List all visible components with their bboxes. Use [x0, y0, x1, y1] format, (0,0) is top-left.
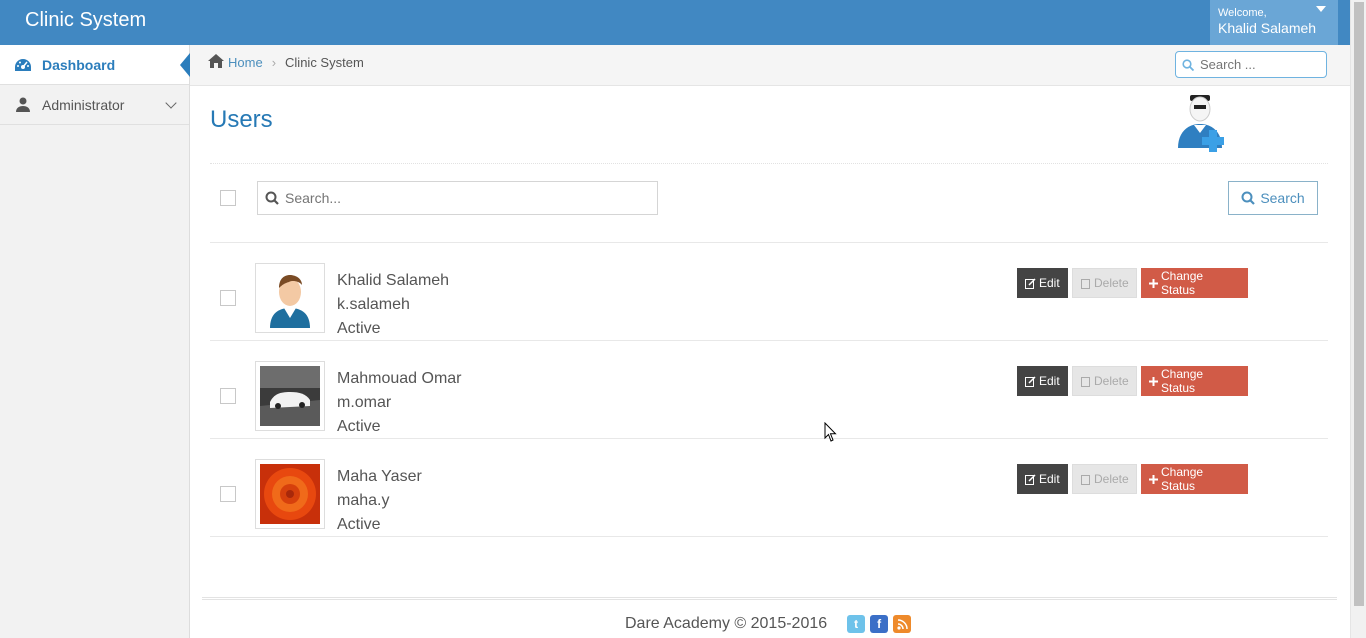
scrollbar-thumb[interactable]: [1354, 2, 1364, 606]
avatar[interactable]: [255, 263, 325, 333]
user-username: k.salameh: [337, 296, 410, 313]
nav-search-box[interactable]: [1175, 51, 1327, 78]
app-brand[interactable]: Clinic System: [25, 9, 146, 32]
breadcrumb-separator-icon: ›: [271, 55, 277, 70]
edit-icon: [1025, 375, 1036, 387]
nav-search-input[interactable]: [1200, 57, 1320, 72]
user-full-name[interactable]: Maha Yaser: [337, 465, 422, 489]
sidebar-item-administrator[interactable]: Administrator: [0, 85, 189, 125]
search-button[interactable]: Search: [1228, 181, 1318, 215]
dashboard-icon: [14, 57, 32, 73]
change-status-label: Change Status: [1161, 367, 1204, 395]
select-all-checkbox[interactable]: [220, 190, 236, 206]
twitter-icon[interactable]: t: [847, 615, 866, 633]
user-info: Maha Yaser maha.y Active: [337, 465, 422, 537]
home-icon[interactable]: [208, 54, 224, 71]
edit-button[interactable]: Edit: [1017, 268, 1068, 298]
sidebar-item-label: Administrator: [42, 96, 125, 113]
mouse-cursor-icon: [824, 421, 837, 448]
row-checkbox[interactable]: [220, 486, 236, 502]
chevron-down-icon: [165, 97, 177, 109]
delete-icon: [1081, 376, 1091, 387]
user-info: Khalid Salameh k.salameh Active: [337, 269, 449, 341]
delete-label: Delete: [1094, 374, 1129, 388]
delete-icon: [1081, 474, 1091, 485]
user-name: Khalid Salameh: [1218, 20, 1317, 36]
footer-divider: [202, 597, 1337, 600]
add-user-icon[interactable]: [1172, 92, 1234, 154]
user-row: Mahmouad Omar m.omar Active Edit Delete …: [210, 341, 1328, 439]
edit-label: Edit: [1039, 374, 1060, 388]
change-status-button[interactable]: Change Status: [1141, 268, 1248, 298]
edit-label: Edit: [1039, 472, 1060, 486]
user-search-input[interactable]: [285, 190, 645, 206]
breadcrumb-current: Clinic System: [285, 55, 364, 70]
delete-button[interactable]: Delete: [1072, 464, 1137, 494]
row-actions: Edit Delete Change Status: [1017, 366, 1252, 396]
change-status-button[interactable]: Change Status: [1141, 366, 1248, 396]
plus-icon: [1149, 474, 1158, 484]
sidebar-item-label: Dashboard: [42, 56, 116, 73]
top-navbar: Clinic System Welcome, Khalid Salameh: [0, 0, 1350, 45]
delete-label: Delete: [1094, 472, 1129, 486]
user-username: m.omar: [337, 394, 392, 411]
search-icon: [265, 191, 279, 205]
footer: Dare Academy © 2015-2016 t f: [625, 615, 912, 633]
edit-button[interactable]: Edit: [1017, 366, 1068, 396]
user-row: Maha Yaser maha.y Active Edit Delete Cha…: [210, 439, 1328, 537]
user-search-box[interactable]: [257, 181, 658, 215]
change-status-button[interactable]: Change Status: [1141, 464, 1248, 494]
row-actions: Edit Delete Change Status: [1017, 268, 1252, 298]
user-info: Mahmouad Omar m.omar Active: [337, 367, 462, 439]
page-title: Users: [210, 106, 273, 133]
breadcrumb-bar: Home › Clinic System: [190, 45, 1350, 86]
row-checkbox[interactable]: [220, 290, 236, 306]
sidebar: Dashboard Administrator: [0, 45, 190, 638]
facebook-icon[interactable]: f: [870, 615, 889, 633]
avatar[interactable]: [255, 361, 325, 431]
user-menu-toggle[interactable]: Welcome, Khalid Salameh: [1210, 0, 1338, 45]
change-status-label: Change Status: [1161, 465, 1204, 493]
delete-label: Delete: [1094, 276, 1129, 290]
divider: [210, 163, 1328, 164]
avatar[interactable]: [255, 459, 325, 529]
delete-icon: [1081, 278, 1091, 289]
search-button-label: Search: [1260, 190, 1305, 206]
breadcrumb-home-link[interactable]: Home: [228, 55, 263, 70]
edit-button[interactable]: Edit: [1017, 464, 1068, 494]
plus-icon: [1149, 376, 1158, 386]
edit-icon: [1025, 473, 1036, 485]
user-full-name[interactable]: Mahmouad Omar: [337, 367, 462, 391]
user-icon: [14, 97, 32, 113]
caret-down-icon: [1316, 6, 1326, 12]
delete-button[interactable]: Delete: [1072, 268, 1137, 298]
edit-label: Edit: [1039, 276, 1060, 290]
breadcrumb: Home › Clinic System: [208, 54, 364, 71]
user-row: Khalid Salameh k.salameh Active Edit Del…: [210, 243, 1328, 341]
user-status: Active: [337, 516, 381, 533]
search-icon: [1182, 58, 1194, 71]
plus-icon: [1149, 278, 1158, 288]
edit-icon: [1025, 277, 1036, 289]
row-checkbox[interactable]: [220, 388, 236, 404]
delete-button[interactable]: Delete: [1072, 366, 1137, 396]
search-icon: [1241, 191, 1256, 205]
sidebar-item-dashboard[interactable]: Dashboard: [0, 45, 190, 85]
vertical-scrollbar[interactable]: [1350, 0, 1366, 638]
user-status: Active: [337, 418, 381, 435]
user-full-name[interactable]: Khalid Salameh: [337, 269, 449, 293]
change-status-label: Change Status: [1161, 269, 1204, 297]
rss-icon[interactable]: [893, 615, 912, 633]
footer-text: Dare Academy © 2015-2016: [625, 615, 828, 632]
user-status: Active: [337, 320, 381, 337]
row-actions: Edit Delete Change Status: [1017, 464, 1252, 494]
user-username: maha.y: [337, 492, 390, 509]
